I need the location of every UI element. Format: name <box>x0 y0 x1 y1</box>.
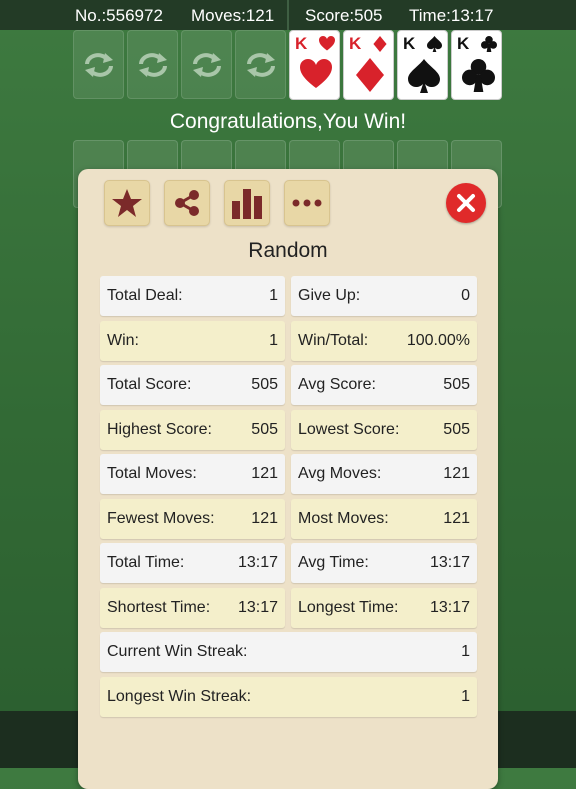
card-rank: K <box>457 34 470 53</box>
stat-avg-time: Avg Time: 13:17 <box>291 543 477 583</box>
stat-label: Current Win Streak: <box>107 643 248 660</box>
recycle-icon <box>246 52 275 77</box>
stat-label: Longest Win Streak: <box>107 688 252 705</box>
stat-current-win-streak: Current Win Streak: 1 <box>100 632 477 672</box>
stat-label: Total Moves: <box>107 465 197 482</box>
empty-pile-4[interactable] <box>235 30 286 99</box>
stat-value: 100.00% <box>406 332 470 349</box>
close-button[interactable] <box>446 183 486 223</box>
empty-pile-1[interactable] <box>73 30 124 99</box>
stat-label: Highest Score: <box>107 421 212 438</box>
empty-pile-2[interactable] <box>127 30 178 99</box>
stat-label: Win/Total: <box>298 332 369 349</box>
empty-pile-3[interactable] <box>181 30 232 99</box>
diamond-icon <box>373 36 387 52</box>
stat-fewest-moves: Fewest Moves: 121 <box>100 499 285 539</box>
card-king-spades[interactable]: K <box>397 30 448 100</box>
stat-value: 1 <box>461 643 470 660</box>
recycle-icon <box>192 52 221 77</box>
stat-value: 505 <box>251 421 278 438</box>
stat-label: Give Up: <box>298 287 361 304</box>
moves-counter: Moves:121 <box>191 6 275 25</box>
stat-label: Shortest Time: <box>107 599 211 616</box>
stat-value: 121 <box>251 510 278 527</box>
more-icon <box>292 199 322 207</box>
stat-label: Most Moves: <box>298 510 389 527</box>
stat-label: Lowest Score: <box>298 421 400 438</box>
stat-value: 121 <box>443 510 470 527</box>
stat-value: 0 <box>461 287 470 304</box>
card-rank: K <box>349 34 362 53</box>
club-icon <box>481 36 497 52</box>
stat-value: 13:17 <box>429 554 470 571</box>
card-king-hearts[interactable]: K <box>289 30 340 100</box>
star-icon <box>112 189 142 217</box>
win-message: Congratulations,You Win! <box>169 110 407 133</box>
stat-value: 13:17 <box>429 599 470 616</box>
stat-shortest-time: Shortest Time: 13:17 <box>100 588 285 628</box>
heart-icon <box>300 59 332 88</box>
stat-total-deal: Total Deal: 1 <box>100 276 285 316</box>
stat-total-score: Total Score: 505 <box>100 365 285 405</box>
heart-icon <box>319 36 335 51</box>
stat-label: Avg Moves: <box>298 465 382 482</box>
spade-icon <box>427 36 442 52</box>
stat-total-moves: Total Moves: 121 <box>100 454 285 494</box>
stat-value: 505 <box>251 376 278 393</box>
spade-icon <box>408 59 440 93</box>
stat-give-up: Give Up: 0 <box>291 276 477 316</box>
card-rank: K <box>403 34 416 53</box>
stat-label: Total Deal: <box>107 287 183 304</box>
status-bar: No.:556972 Moves:121 Score:505 Time:13:1… <box>0 0 576 30</box>
game-mode-title: Random <box>248 239 328 262</box>
stat-win-total: Win/Total: 100.00% <box>291 321 477 361</box>
stat-label: Avg Time: <box>298 554 369 571</box>
recycle-icon <box>138 52 167 77</box>
stat-value: 13:17 <box>237 599 278 616</box>
card-rank: K <box>295 34 308 53</box>
card-king-clubs[interactable]: K <box>451 30 502 100</box>
stat-label: Total Score: <box>107 376 192 393</box>
score-counter: Score:505 <box>305 6 383 25</box>
stat-value: 1 <box>461 688 470 705</box>
stat-highest-score: Highest Score: 505 <box>100 410 285 450</box>
diamond-icon <box>356 58 384 92</box>
stat-value: 505 <box>443 421 470 438</box>
stat-label: Avg Score: <box>298 376 376 393</box>
stat-avg-moves: Avg Moves: 121 <box>291 454 477 494</box>
rate-button[interactable] <box>104 180 150 226</box>
club-icon <box>462 59 495 92</box>
recycle-icon <box>84 52 113 77</box>
stat-lowest-score: Lowest Score: 505 <box>291 410 477 450</box>
bar-chart-icon <box>232 189 262 219</box>
card-king-diamonds[interactable]: K <box>343 30 394 100</box>
stat-label: Total Time: <box>107 554 185 571</box>
stat-value: 121 <box>443 465 470 482</box>
close-icon <box>457 194 475 212</box>
stat-longest-win-streak: Longest Win Streak: 1 <box>100 677 477 717</box>
share-button[interactable] <box>164 180 210 226</box>
stat-longest-time: Longest Time: 13:17 <box>291 588 477 628</box>
stat-win: Win: 1 <box>100 321 285 361</box>
more-button[interactable] <box>284 180 330 226</box>
time-counter: Time:13:17 <box>409 6 494 25</box>
stat-avg-score: Avg Score: 505 <box>291 365 477 405</box>
stat-value: 121 <box>251 465 278 482</box>
stat-value: 13:17 <box>237 554 278 571</box>
stat-label: Win: <box>107 332 139 349</box>
stat-label: Fewest Moves: <box>107 510 215 527</box>
status-divider <box>287 0 289 30</box>
statistics-dialog: Random Total Deal: 1 Give Up: 0 Win: 1 W… <box>78 169 498 789</box>
stat-most-moves: Most Moves: 121 <box>291 499 477 539</box>
stat-label: Longest Time: <box>298 599 399 616</box>
game-number: No.:556972 <box>75 6 163 25</box>
share-icon <box>175 190 199 216</box>
stat-value: 505 <box>443 376 470 393</box>
statistics-button[interactable] <box>224 180 270 226</box>
stat-value: 1 <box>269 287 278 304</box>
stat-value: 1 <box>269 332 278 349</box>
stat-total-time: Total Time: 13:17 <box>100 543 285 583</box>
